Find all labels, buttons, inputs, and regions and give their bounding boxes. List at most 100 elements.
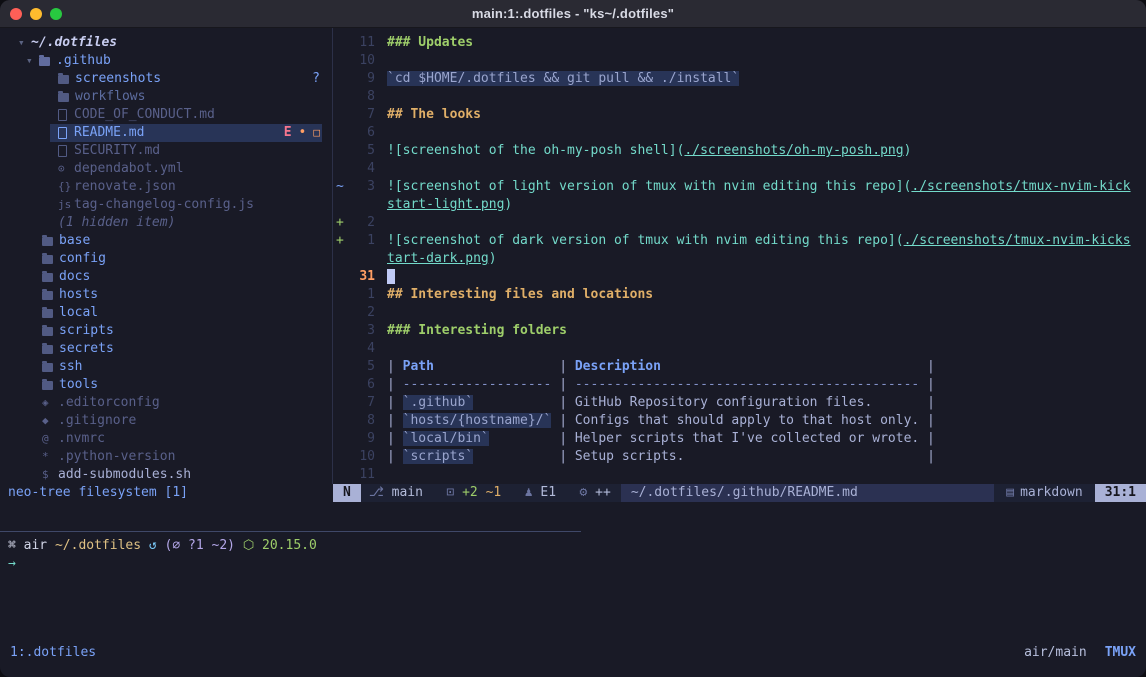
tree-item-base[interactable]: base [0,232,332,250]
line-number: 10 [349,448,375,466]
tree-item-screenshots[interactable]: screenshots? [0,70,332,88]
line-number: 5 [349,358,375,376]
tree-item-editorconfig[interactable]: ◈.editorconfig [0,394,332,412]
tmux-status-bar: 1:.dotfiles air/main TMUX [0,644,1146,662]
editor-line[interactable]: 8| `hosts/{hostname}/` | Configs that sh… [333,412,1146,430]
gutter-sign [333,160,349,178]
lualine-statusline: N ⎇ main ⊡ +2 ~1 ♟ E1 ⚙ ++ ~/.dotfiles/.… [333,484,1146,502]
text-segment: | [919,431,935,446]
text-segment: | [387,395,403,410]
editor-line[interactable]: 10 [333,52,1146,70]
line-text: ## Interesting files and locations [387,286,653,304]
tree-item-hidden-items[interactable]: (1 hidden item) [0,214,332,232]
tree-item-tools[interactable]: tools [0,376,332,394]
editor-line[interactable]: 6 [333,124,1146,142]
editor-line[interactable]: 10 | `scripts` | Setup scripts. | [333,448,1146,466]
tree-item-docs[interactable]: docs [0,268,332,286]
text-segment: ) [504,197,512,212]
tree-item-nvmrc[interactable]: @.nvmrc [0,430,332,448]
tree-item-config[interactable]: config [0,250,332,268]
tree-item-scripts[interactable]: scripts [0,322,332,340]
line-number: 4 [349,340,375,358]
editor-line[interactable]: start-light.png) [333,196,1146,214]
tmux-window-name[interactable]: 1:.dotfiles [10,644,96,662]
titlebar[interactable]: main:1:.dotfiles - "ks~/.dotfiles" [0,0,1146,28]
editor-panel[interactable]: 11### Updates109`cd $HOME/.dotfiles && g… [333,28,1146,484]
editor-line[interactable]: 9| `local/bin` | Helper scripts that I'v… [333,430,1146,448]
editor-buffer: 11### Updates109`cd $HOME/.dotfiles && g… [333,34,1146,484]
gutter-sign [333,340,349,358]
text-segment: .python-version [58,448,175,466]
editor-line[interactable]: 11 [333,466,1146,484]
text-segment: | [473,449,575,464]
folder-icon [42,291,53,300]
text-segment: Configs that should apply to that host o… [575,413,919,428]
settings-icon: ⚙ [556,484,595,502]
editor-line[interactable]: +2 [333,214,1146,232]
tree-item-workflows[interactable]: workflows [0,88,332,106]
editor-line[interactable]: 4 [333,160,1146,178]
tree-item-github[interactable]: ▾.github [0,52,332,70]
editor-line[interactable]: 9`cd $HOME/.dotfiles && git pull && ./in… [333,70,1146,88]
text-segment: renovate.json [74,178,176,196]
editor-line[interactable]: 5| Path | Description | [333,358,1146,376]
tree-item-dependabot[interactable]: ⊙dependabot.yml [0,160,332,178]
text-segment: screenshots [75,70,161,88]
text-segment: CODE_OF_CONDUCT.md [74,106,215,124]
tree-item-renovate[interactable]: {}renovate.json [0,178,332,196]
editor-line[interactable]: 11### Updates [333,34,1146,52]
gutter-sign [333,322,349,340]
tree-item-ssh[interactable]: ssh [0,358,332,376]
line-text: | `scripts` | Setup scripts. | [387,448,935,466]
editor-line[interactable]: ~3![screenshot of light version of tmux … [333,178,1146,196]
editor-line[interactable]: 1## Interesting files and locations [333,286,1146,304]
line-number: 2 [349,304,375,322]
tree-item-python-version[interactable]: *.python-version [0,448,332,466]
tree-item-root[interactable]: ▾~/.dotfiles [0,34,332,52]
line-number: 5 [349,142,375,160]
text-segment: ------------------- [403,377,552,392]
editor-line[interactable]: tart-dark.png) [333,250,1146,268]
zoom-button[interactable] [50,8,62,20]
tmux-pane-border[interactable] [0,531,581,532]
text-segment: ) [489,251,497,266]
tree-item-add-submodules[interactable]: $add-submodules.sh [0,466,332,484]
minimize-button[interactable] [30,8,42,20]
line-number [349,250,375,268]
text-segment: | [872,395,935,410]
tree-item-secrets[interactable]: secrets [0,340,332,358]
editor-line[interactable]: 7## The looks [333,106,1146,124]
tree-item-hosts[interactable]: hosts [0,286,332,304]
close-button[interactable] [10,8,22,20]
text-segment: | [387,431,403,446]
tree-item-readme[interactable]: README.mdE•□ [0,124,332,142]
editor-line[interactable]: 2 [333,304,1146,322]
node-icon: ⬡ [243,538,262,553]
gutter-sign: + [333,232,349,250]
editor-line[interactable]: 5![screenshot of the oh-my-posh shell](.… [333,142,1146,160]
tree-item-gitignore[interactable]: ◆.gitignore [0,412,332,430]
editor-line[interactable]: 31 [333,268,1146,286]
git-refresh-icon: ↺ [149,538,165,553]
chevron-expanded-icon: ▾ [18,34,31,52]
text-segment: | [387,449,403,464]
editor-line[interactable]: 4 [333,340,1146,358]
editor-line[interactable]: 6| ------------------- | ---------------… [333,376,1146,394]
line-number: 9 [349,430,375,448]
prompt-arrow[interactable]: → [8,555,16,573]
editor-line[interactable]: 8 [333,88,1146,106]
editor-line[interactable]: 7| `.github` | GitHub Repository configu… [333,394,1146,412]
tree-item-local[interactable]: local [0,304,332,322]
folder-icon [42,363,53,372]
editor-line[interactable]: +1![screenshot of dark version of tmux w… [333,232,1146,250]
text-segment: Helper scripts that I've collected or wr… [575,431,919,446]
editor-line[interactable]: 3### Interesting folders [333,322,1146,340]
tree-item-tag-changelog[interactable]: jstag-changelog-config.js [0,196,332,214]
text-segment: (⌀ ?1 ~2) [165,538,243,553]
tree-item-code-of-conduct[interactable]: CODE_OF_CONDUCT.md [0,106,332,124]
gutter-sign [333,142,349,160]
text-segment: ~1 [478,484,501,502]
tree-item-security[interactable]: SECURITY.md [0,142,332,160]
text-segment: ## Interesting files and locations [387,287,653,302]
text-segment: Description [575,359,661,374]
